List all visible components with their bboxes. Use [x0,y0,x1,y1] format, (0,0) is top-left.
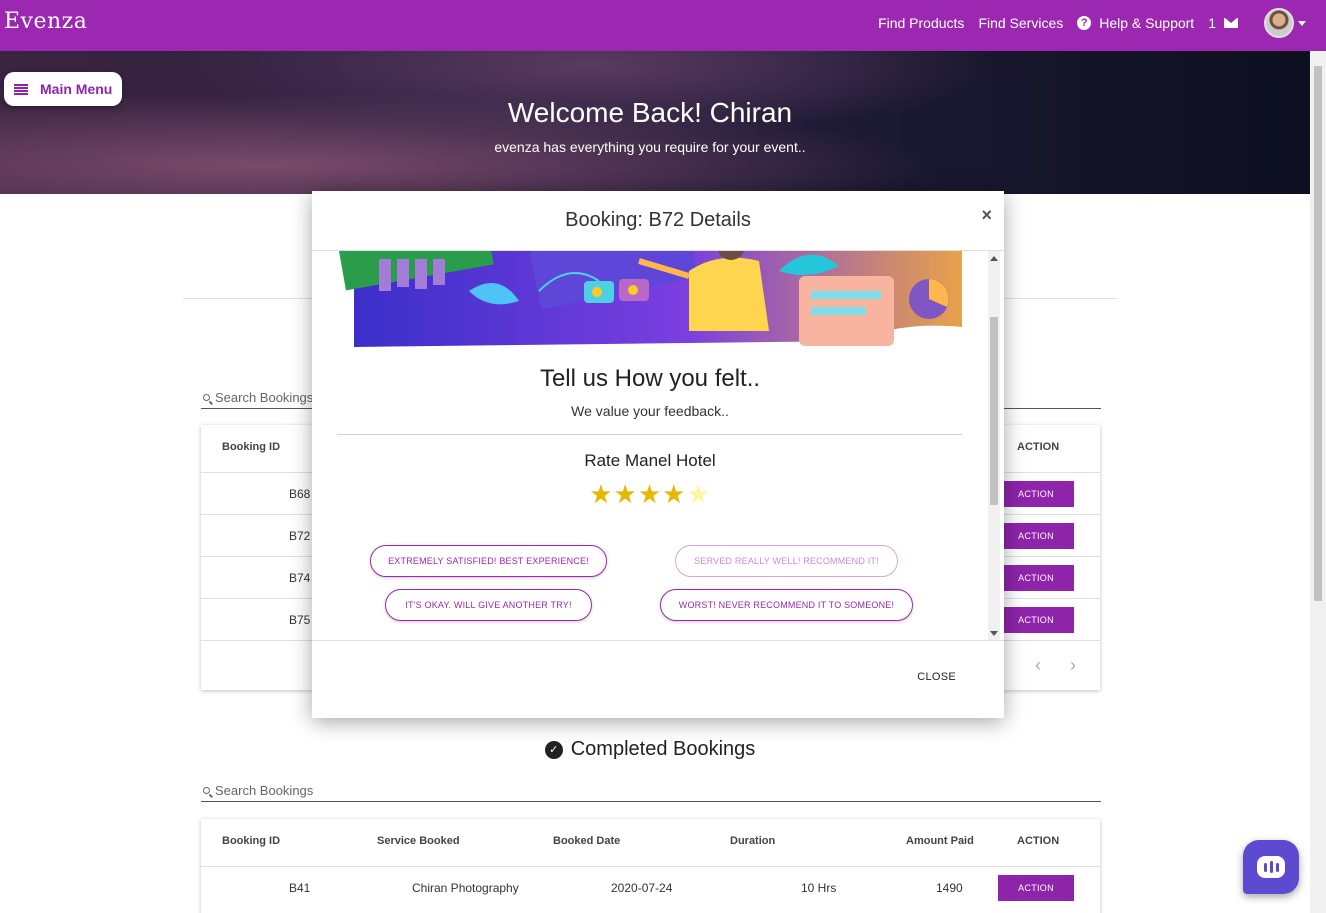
modal-scrollbar[interactable] [988,251,1000,640]
chat-button[interactable] [1243,840,1299,894]
feedback-divider [337,434,962,435]
star-icon[interactable]: ★ [686,479,710,510]
star-rating[interactable]: ★★★★★ [312,479,988,510]
modal-body: Tell us How you felt.. We value your fee… [312,251,1004,640]
star-icon[interactable]: ★ [614,479,638,510]
modal-scrollbar-thumb[interactable] [990,317,998,505]
star-icon[interactable]: ★ [662,479,686,510]
feedback-chip-extremely-satisfied[interactable]: EXTREMELY SATISFIED! BEST EXPERIENCE! [370,545,607,577]
modal-title: Booking: B72 Details [565,209,751,231]
main-menu-button[interactable]: Main Menu [4,72,122,106]
rate-title: Rate Manel Hotel [584,451,716,470]
star-icon[interactable]: ★ [589,479,613,510]
scroll-down-icon[interactable] [990,631,998,636]
star-icon[interactable]: ★ [638,479,662,510]
feedback-title: Tell us How you felt.. [539,365,761,392]
main-menu-label: Main Menu [40,81,113,97]
feedback-chip-okay[interactable]: IT'S OKAY. WILL GIVE ANOTHER TRY! [385,589,592,621]
feedback-chip-worst[interactable]: WORST! NEVER RECOMMEND IT TO SOMEONE! [660,589,913,621]
booking-details-modal: Booking: B72 Details × Tell us How you f… [312,191,1004,718]
scroll-up-icon[interactable] [990,256,998,261]
feedback-illustration [339,251,962,347]
modal-header: Booking: B72 Details × [312,191,1004,251]
menu-icon [14,83,28,95]
feedback-chip-served-well[interactable]: SERVED REALLY WELL! RECOMMEND IT! [675,545,898,577]
feedback-subtitle: We value your feedback.. [571,403,729,419]
modal-footer: CLOSE [312,640,1004,718]
chat-icon [1257,856,1285,878]
close-button[interactable]: CLOSE [917,671,956,683]
close-icon[interactable]: × [981,205,992,226]
